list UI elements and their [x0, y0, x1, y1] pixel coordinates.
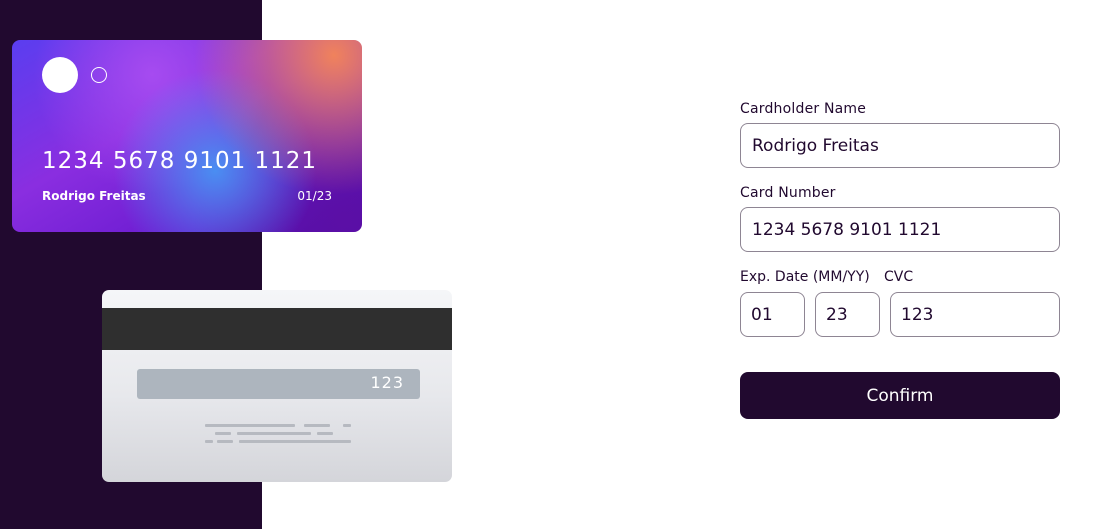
- card-number-input[interactable]: [740, 207, 1060, 252]
- card-front: 1234 5678 9101 1121 Rodrigo Freitas 01/2…: [12, 40, 362, 232]
- signature-strip: 123: [137, 369, 420, 399]
- card-back-decorative-lines: [205, 424, 351, 444]
- card-logo-ring-icon: [91, 67, 107, 83]
- card-back: 123: [102, 290, 452, 482]
- card-number-group: Card Number: [740, 185, 1060, 252]
- confirm-button[interactable]: Confirm: [740, 372, 1060, 419]
- card-number-label: Card Number: [740, 185, 836, 201]
- exp-date-label: Exp. Date (MM/YY): [740, 269, 870, 285]
- card-back-cvc: 123: [370, 373, 404, 392]
- card-front-expiry: 01/23: [297, 189, 332, 203]
- card-front-number: 1234 5678 9101 1121: [42, 148, 318, 174]
- cvc-input[interactable]: [890, 292, 1060, 337]
- card-logo-circle-icon: [42, 57, 78, 93]
- exp-month-input[interactable]: [740, 292, 805, 337]
- magnetic-strip: [102, 308, 452, 350]
- cardholder-name-input[interactable]: [740, 123, 1060, 168]
- card-front-name: Rodrigo Freitas: [42, 189, 146, 203]
- cvc-label: CVC: [884, 269, 914, 285]
- exp-year-input[interactable]: [815, 292, 880, 337]
- cardholder-group: Cardholder Name: [740, 101, 1060, 168]
- cardholder-label: Cardholder Name: [740, 101, 867, 117]
